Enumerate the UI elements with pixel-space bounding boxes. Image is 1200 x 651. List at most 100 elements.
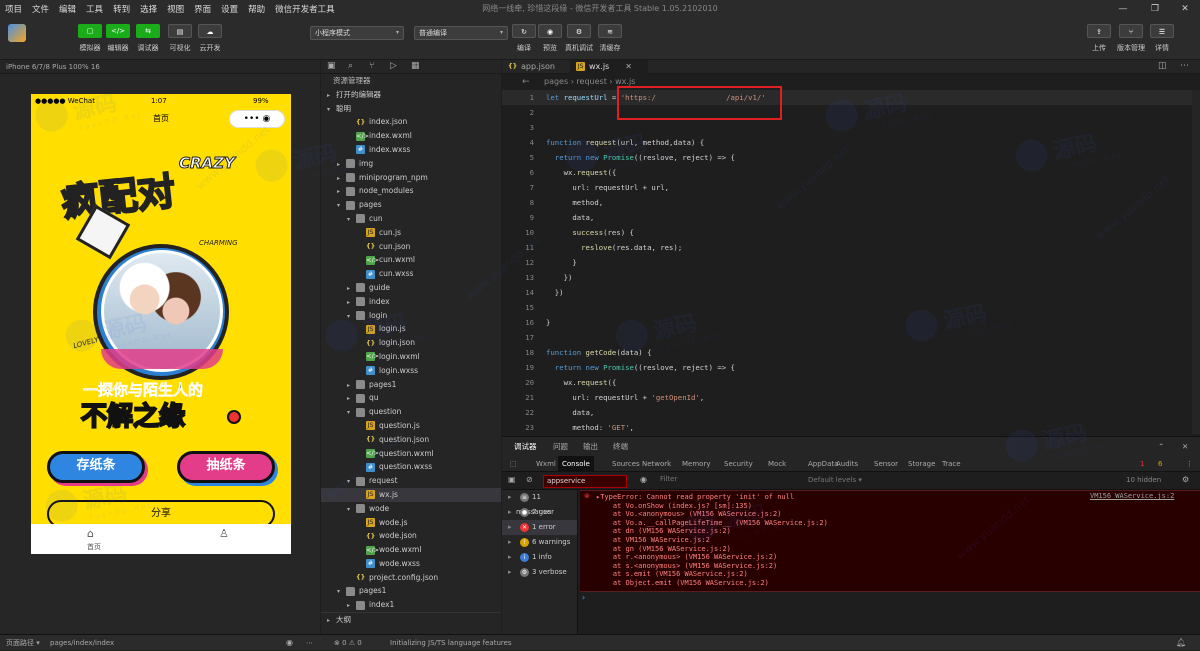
inspect-icon[interactable]: ⬚ <box>506 456 521 472</box>
stack-line[interactable]: at gn (VM156 WAService.js:2) <box>596 545 1200 554</box>
file-row[interactable]: # question.wxss <box>321 460 501 474</box>
page-path[interactable]: pages/index/index <box>50 635 114 651</box>
folder-row[interactable]: ▸ index <box>321 295 501 309</box>
file-row[interactable]: JS wx.js <box>321 487 501 502</box>
menu-item[interactable]: 选择 <box>135 3 162 15</box>
menu-item[interactable]: 设置 <box>216 3 243 15</box>
stack-line[interactable]: at Object.emit (VM156 WAService.js:2) <box>596 579 1200 588</box>
visual-button[interactable]: ▤ <box>168 24 192 38</box>
chevron-up-icon[interactable]: ⌃ <box>1158 437 1164 457</box>
version-button[interactable]: ⑂ <box>1119 24 1143 38</box>
stack-line[interactable]: at Vo.a.__callPageLifeTime__ (VM156 WASe… <box>596 519 1200 528</box>
more-icon[interactable]: ⋮ <box>1182 456 1197 472</box>
console-filter-item[interactable]: ▸ i 1 info <box>502 550 577 565</box>
git-icon[interactable]: ⑂ <box>369 61 374 71</box>
draw-note-button[interactable]: 抽纸条 <box>177 451 275 483</box>
file-row[interactable]: JS login.js <box>321 322 501 336</box>
folder-row[interactable]: ▾ pages <box>321 198 501 212</box>
file-row[interactable]: {} project.config.json <box>321 571 501 585</box>
stack-line[interactable]: at s.<anonymous> (VM156 WAService.js:2) <box>596 562 1200 571</box>
panel-tab-mock[interactable]: Mock <box>764 456 790 472</box>
folder-row[interactable]: ▾ cun <box>321 212 501 226</box>
file-row[interactable]: </>cun.wxml <box>321 253 501 267</box>
file-row[interactable]: JS cun.js <box>321 226 501 240</box>
more-icon[interactable]: ⋯ <box>306 635 313 651</box>
panel-tab-console[interactable]: Console <box>558 456 594 472</box>
folder-row[interactable]: ▾ question <box>321 405 501 419</box>
folder-row[interactable]: ▾ wode <box>321 502 501 516</box>
menu-item[interactable]: 视图 <box>162 3 189 15</box>
split-editor-icon[interactable]: ◫ <box>1158 61 1167 71</box>
error-message[interactable]: ▸TypeError: Cannot read property 'init' … <box>580 490 1200 592</box>
devtools-tab[interactable]: 调试器 <box>514 437 537 457</box>
stack-line[interactable]: at dn (VM156 WAService.js:2) <box>596 527 1200 536</box>
phone-screen[interactable]: ●●●●● WeChat 1:07 99% 首页 ••• ◉ CRAZY 疯配对… <box>31 94 291 554</box>
cloud-dev-button[interactable]: ☁ <box>198 24 222 38</box>
file-row[interactable]: # wode.wxss <box>321 557 501 571</box>
warning-count-badge[interactable]: 6 <box>1154 456 1166 472</box>
console-prompt[interactable]: › <box>582 593 585 602</box>
devtools-tab[interactable]: 输出 <box>583 437 598 457</box>
folder-row[interactable]: ▸ miniprogram_npm <box>321 171 501 185</box>
file-row[interactable]: # cun.wxss <box>321 267 501 281</box>
menu-item[interactable]: 编辑 <box>54 3 81 15</box>
devtools-tab[interactable]: 终端 <box>613 437 628 457</box>
panel-tab-network[interactable]: Network <box>638 456 675 472</box>
device-select[interactable]: iPhone 6/7/8 Plus 100% 16 <box>6 63 100 71</box>
file-row[interactable]: {} cun.json <box>321 240 501 254</box>
code-editor[interactable]: 1 let requestUrl = 'https:/ /api/v1/' 2 3 4 f… <box>502 90 1192 434</box>
menu-item[interactable]: 项目 <box>0 3 27 15</box>
file-row[interactable]: {} wode.json <box>321 529 501 543</box>
error-source-link[interactable]: VM156 WAService.js:2 <box>1090 492 1174 500</box>
eye-icon[interactable]: ◉ <box>640 475 647 484</box>
menu-item[interactable]: 界面 <box>189 3 216 15</box>
compile-button[interactable]: ↻ <box>512 24 536 38</box>
stack-line[interactable]: at Vo.<anonymous> (VM156 WAService.js:2) <box>596 510 1200 519</box>
close-window-button[interactable]: ✕ <box>1178 3 1192 15</box>
more-icon[interactable]: ⋯ <box>1180 61 1189 71</box>
stack-line[interactable]: at VM156 WAService.js:2 <box>596 536 1200 545</box>
file-row[interactable]: # index.wxss <box>321 143 501 157</box>
log-levels-select[interactable]: Default levels ▾ <box>808 476 862 484</box>
menu-item[interactable]: 转到 <box>108 3 135 15</box>
editor-scrollbar[interactable] <box>1192 90 1200 434</box>
file-row[interactable]: </>wode.wxml <box>321 543 501 557</box>
tab-wx-js[interactable]: JS wx.js ✕ <box>570 60 648 74</box>
console-filter-item[interactable]: ▸! 6 warnings <box>502 535 577 550</box>
file-row[interactable]: </>question.wxml <box>321 447 501 461</box>
panel-tab-sensor[interactable]: Sensor <box>870 456 902 472</box>
tab-app-json[interactable]: {} app.json <box>502 60 561 74</box>
clear-console-icon[interactable]: ⊘ <box>526 475 533 484</box>
folder-row[interactable]: ▾ login <box>321 309 501 323</box>
menu-item[interactable]: 工具 <box>81 3 108 15</box>
deposit-note-button[interactable]: 存纸条 <box>47 451 145 483</box>
file-row[interactable]: </>index.wxml <box>321 129 501 143</box>
extensions-icon[interactable]: ▦ <box>411 61 420 71</box>
folder-row[interactable]: ▸ guide <box>321 281 501 295</box>
file-row[interactable]: {} index.json <box>321 115 501 129</box>
menu-item[interactable]: 帮助 <box>243 3 270 15</box>
restore-button[interactable]: ❐ <box>1148 3 1162 15</box>
stack-line[interactable]: at s.emit (VM156 WAService.js:2) <box>596 570 1200 579</box>
debug-icon[interactable]: ▷ <box>390 61 397 71</box>
panel-tab-memory[interactable]: Memory <box>678 456 714 472</box>
project-section[interactable]: ▾ 聪明 <box>321 102 501 116</box>
stack-line[interactable]: at r.<anonymous> (VM156 WAService.js:2) <box>596 553 1200 562</box>
folder-row[interactable]: ▾ request <box>321 474 501 488</box>
eye-icon[interactable]: ◉ <box>286 635 293 651</box>
details-button[interactable]: ☰ <box>1150 24 1174 38</box>
remote-debug-button[interactable]: ⚙ <box>567 24 591 38</box>
console-filter-item[interactable]: ▸ ✕ 1 error <box>502 520 577 535</box>
panel-tab-storage[interactable]: Storage <box>904 456 939 472</box>
project-avatar[interactable] <box>8 24 26 42</box>
mini-program-capsule[interactable]: ••• ◉ <box>229 110 285 128</box>
folder-row[interactable]: ▾ pages1 <box>321 584 501 598</box>
panel-tab-wxml[interactable]: Wxml <box>532 456 560 472</box>
search-icon[interactable]: ⌕ <box>348 61 353 71</box>
preview-button[interactable]: ◉ <box>538 24 562 38</box>
panel-tab-trace[interactable]: Trace <box>938 456 965 472</box>
console-filter-item[interactable]: ▸ ⚙ 3 verbose <box>502 565 577 580</box>
back-icon[interactable]: ← <box>522 77 530 87</box>
panel-tab-audits[interactable]: Audits <box>832 456 862 472</box>
open-editors-section[interactable]: ▸ 打开的编辑器 <box>321 88 501 102</box>
